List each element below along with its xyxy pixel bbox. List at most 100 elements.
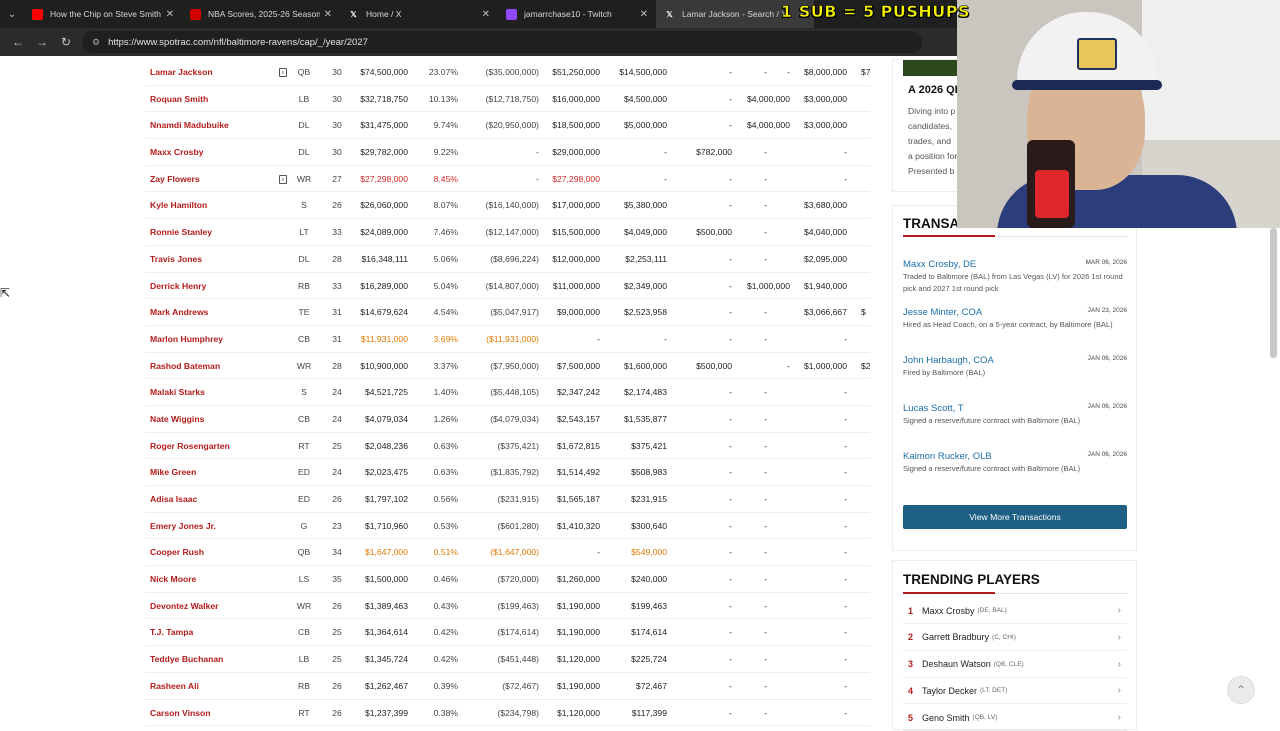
player-name-link[interactable]: Nick Moore [150,566,196,593]
transaction-player-link[interactable]: Maxx Crosby, DE [903,259,976,270]
close-icon[interactable]: ✕ [324,9,332,20]
cell-ob: - [764,520,767,531]
cell-age: 30 [332,120,342,131]
cell-dead: ($231,915) [497,494,539,504]
cell-other: $1,000,000 [803,360,847,371]
page-scrollbar[interactable] [1270,228,1277,358]
trending-player-name[interactable]: Taylor Decker [922,686,977,696]
trending-player-name[interactable]: Geno Smith [922,713,970,723]
trending-player-meta: (C, CHI) [992,633,1016,641]
player-name-link[interactable]: Mark Andrews [150,299,208,326]
cell-rb: $500,000 [696,227,732,238]
cell-pct: 5.04% [433,280,458,291]
trending-player-name[interactable]: Garrett Bradbury [922,632,989,642]
cell-pct: 9.22% [433,147,458,158]
table-row: Mark Andrews TE 31 $14,679,624 4.54% ($5,047,… [145,299,870,326]
player-name-link[interactable]: Emery Jones Jr. [150,513,216,540]
trending-player-item[interactable]: 3 Deshaun Watson (QB, CLE) › [903,652,1127,678]
player-name-link[interactable]: Roquan Smith [150,86,208,113]
cell-cap: $1,500,000 [364,574,408,585]
table-row: Emery Jones Jr. G 23 $1,710,960 0.53% ($601,2… [145,513,870,540]
player-name-link[interactable]: Rasheen Ali [150,673,199,700]
player-name-link[interactable]: Rashod Bateman [150,353,220,380]
site-info-icon[interactable]: ⚙ [92,37,100,48]
player-name-link[interactable]: Teddye Buchanan [150,646,223,673]
table-row: Kyle Hamilton S 26 $26,060,000 8.07% ($16,140… [145,192,870,220]
trending-player-name[interactable]: Deshaun Watson [922,659,991,669]
cell-other: - [844,600,847,611]
player-name-link[interactable]: Lamar Jackson [150,59,213,86]
player-name-link[interactable]: Nate Wiggins [150,406,204,433]
player-name-link[interactable]: Nnamdi Madubuike [150,112,229,139]
transaction-player-link[interactable]: John Harbaugh, COA [903,355,994,366]
cell-other: $3,000,000 [803,120,847,131]
player-name-link[interactable]: Kyle Hamilton [150,192,207,219]
close-icon[interactable]: ✕ [482,9,490,20]
back-icon[interactable]: ← [6,30,30,54]
player-name-link[interactable]: Cooper Rush [150,539,204,566]
transaction-player-link[interactable]: Jesse Minter, COA [903,307,982,318]
contract-note-icon[interactable]: ≡ [279,174,287,184]
transaction-player-link[interactable]: Lucas Scott, T [903,403,964,414]
table-row: T.J. Tampa CB 25 $1,364,614 0.42% ($174,614) $… [145,619,870,647]
reload-icon[interactable]: ↻ [54,30,78,54]
trending-player-item[interactable]: 1 Maxx Crosby (DE, BAL) › [903,598,1127,624]
cell-cap: $1,262,467 [364,680,408,691]
cell-cap: $1,237,399 [364,707,408,718]
player-name-link[interactable]: Ronnie Stanley [150,219,212,246]
cell-base: $27,298,000 [552,173,600,184]
view-more-transactions-button[interactable]: View More Transactions [903,505,1127,529]
forward-icon[interactable]: → [30,30,54,54]
player-name-link[interactable]: Zay Flowers [150,166,200,193]
cell-rb: - [729,333,732,344]
webcam-cap-brim [1012,80,1162,90]
contract-note-icon[interactable]: ≡ [279,68,287,77]
cell-ob: - [764,494,767,504]
player-name-link[interactable]: Maxx Crosby [150,139,204,166]
player-name-link[interactable]: T.J. Tampa [150,619,193,646]
cell-cap: $4,079,034 [364,413,408,424]
player-name-link[interactable]: Mike Green [150,459,196,486]
browser-tab[interactable]: jamarrchase10 - Twitch ✕ [498,0,656,28]
transaction-player-link[interactable]: Kaimon Rucker, OLB [903,451,992,462]
table-row: Zay Flowers WR 27 $27,298,000 8.45% - $27,298,… [145,166,870,193]
news-title[interactable]: A 2026 QB [908,84,963,96]
close-icon[interactable]: ✕ [166,9,174,20]
cell-pos: DL [298,253,310,264]
cell-age: 31 [332,307,342,318]
cell-wb: - [787,67,790,77]
player-name-link[interactable]: Devontez Walker [150,593,218,620]
player-name-link[interactable]: Adisa Isaac [150,486,197,513]
trending-player-name[interactable]: Maxx Crosby [922,606,975,616]
cell-other: - [844,387,847,398]
news-thumbnail[interactable] [903,60,963,76]
cell-other: $3,000,000 [803,93,847,104]
cell-rb: - [729,93,732,104]
player-name-link[interactable]: Carson Vinson [150,700,211,727]
cell-rb: - [729,494,732,504]
url-input[interactable]: ⚙ https://www.spotrac.com/nfl/baltimore-… [82,31,922,53]
player-name-link[interactable]: Derrick Henry [150,273,206,300]
browser-tab[interactable]: 𝕏 Home / X ✕ [340,0,498,28]
trending-player-item[interactable]: 2 Garrett Bradbury (C, CHI) › [903,625,1127,651]
browser-tab[interactable]: NBA Scores, 2025-26 Season - I ✕ [182,0,340,28]
player-name-link[interactable]: Malaki Starks [150,379,205,406]
cell-dead: ($72,467) [502,680,539,691]
cell-age: 28 [332,360,342,371]
table-row: Roger Rosengarten RT 25 $2,048,236 0.63% ($37… [145,433,870,460]
cell-other: - [844,467,847,478]
trending-player-item[interactable]: 4 Taylor Decker (LT, DET) › [903,678,1127,705]
webcam-cap-logo [1077,38,1117,70]
player-name-link[interactable]: Travis Jones [150,246,202,273]
tab-search-icon[interactable]: ⌄ [0,0,24,28]
cell-cap: $32,718,750 [360,93,408,104]
transaction-date: JAN 06, 2026 [1087,403,1127,410]
cell-other: - [844,680,847,691]
player-name-link[interactable]: Roger Rosengarten [150,433,230,460]
trending-player-item[interactable]: 5 Geno Smith (QB, LV) › [903,705,1127,731]
close-icon[interactable]: ✕ [640,9,648,20]
player-name-link[interactable]: Marlon Humphrey [150,326,223,353]
scroll-to-top-button[interactable]: ⌃ [1227,676,1255,704]
tab-title: NBA Scores, 2025-26 Season - I [208,9,320,19]
browser-tab[interactable]: How the Chip on Steve Smith S ✕ [24,0,182,28]
